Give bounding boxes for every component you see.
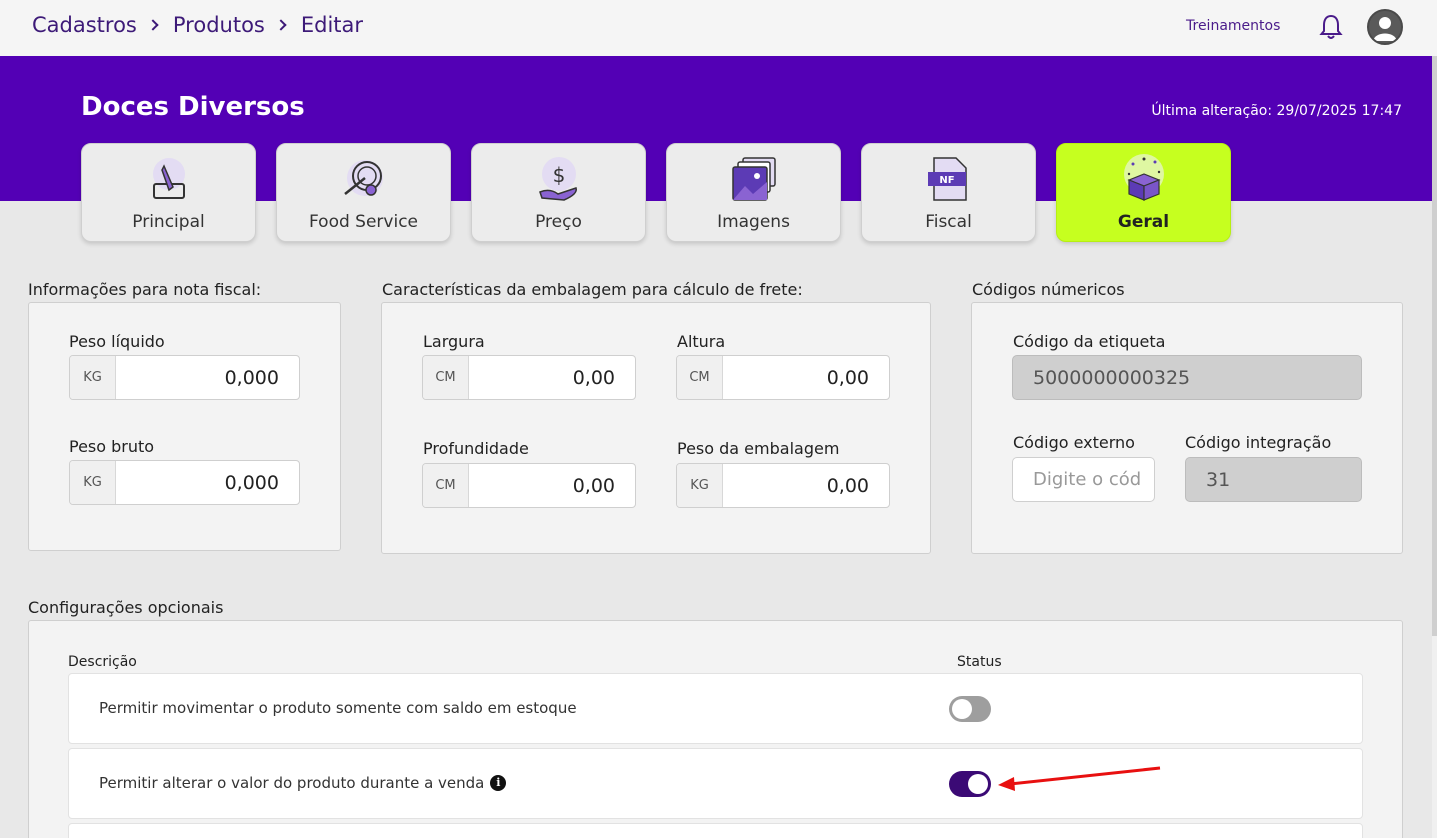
breadcrumb-editar: Editar [300, 13, 364, 37]
training-link[interactable]: Treinamentos [1186, 18, 1280, 34]
toggle-knob [952, 699, 972, 719]
breadcrumb: Cadastros Produtos Editar [32, 13, 363, 37]
codigo-etiqueta-field: 5000000000325 [1012, 355, 1362, 400]
tab-label: Food Service [309, 212, 418, 232]
setting-description: Permitir movimentar o produto somente co… [99, 699, 577, 717]
column-header-descricao: Descrição [68, 654, 137, 670]
profundidade-label: Profundidade [423, 439, 529, 458]
plate-fork-gear-icon [344, 160, 383, 196]
profundidade-value[interactable]: 0,00 [469, 464, 635, 507]
user-avatar-icon[interactable] [1367, 9, 1403, 45]
svg-text:$: $ [553, 163, 566, 187]
peso-liquido-field[interactable]: KG 0,000 [69, 355, 300, 400]
tab-label: Imagens [717, 212, 790, 232]
column-header-status: Status [957, 654, 1002, 670]
tab-food-service[interactable]: Food Service [276, 143, 451, 242]
setting-description: Permitir alterar o valor do produto dura… [99, 774, 507, 792]
status-toggle-on[interactable] [949, 771, 991, 797]
images-icon [732, 157, 776, 201]
setting-text: Permitir movimentar o produto somente co… [99, 699, 577, 717]
chevron-right-icon [275, 19, 287, 31]
annotation-arrow-icon [998, 766, 1161, 791]
largura-field[interactable]: CM 0,00 [422, 355, 636, 400]
peso-embalagem-field[interactable]: KG 0,00 [676, 463, 890, 508]
largura-label: Largura [423, 332, 485, 351]
codigo-externo-label: Código externo [1013, 433, 1135, 452]
altura-field[interactable]: CM 0,00 [676, 355, 890, 400]
top-bar: Cadastros Produtos Editar Treinamentos [0, 0, 1437, 56]
codigo-etiqueta-label: Código da etiqueta [1013, 332, 1166, 351]
tab-imagens[interactable]: Imagens [666, 143, 841, 242]
tab-principal[interactable]: Principal [81, 143, 256, 242]
tab-label: Geral [1117, 212, 1170, 232]
peso-liquido-label: Peso líquido [69, 332, 165, 351]
tab-label: Principal [132, 212, 205, 232]
profundidade-field[interactable]: CM 0,00 [422, 463, 636, 508]
breadcrumb-produtos[interactable]: Produtos [173, 13, 265, 37]
peso-embalagem-value[interactable]: 0,00 [723, 464, 889, 507]
codigo-integracao-field: 31 [1185, 457, 1362, 502]
unit-label: CM [677, 356, 723, 399]
altura-value[interactable]: 0,00 [723, 356, 889, 399]
codigo-integracao-label: Código integração [1185, 433, 1332, 452]
breadcrumb-cadastros[interactable]: Cadastros [32, 13, 137, 37]
unit-label: KG [70, 461, 116, 504]
optional-settings-title: Configurações opcionais [28, 598, 224, 617]
setting-text: Permitir alterar o valor do produto dura… [99, 774, 485, 792]
altura-label: Altura [677, 332, 726, 351]
tab-preco[interactable]: $ Preço [471, 143, 646, 242]
peso-bruto-value[interactable]: 0,000 [116, 461, 299, 504]
dollar-hand-icon: $ [539, 157, 577, 201]
nf-document-icon: NF [928, 157, 967, 201]
setting-row [68, 823, 1363, 838]
tab-fiscal[interactable]: NF Fiscal [861, 143, 1036, 242]
svg-text:NF: NF [939, 175, 954, 186]
tab-geral[interactable]: Geral [1056, 143, 1231, 242]
setting-row: Permitir movimentar o produto somente co… [68, 673, 1363, 744]
tab-label: Preço [535, 212, 582, 232]
status-toggle-off[interactable] [949, 696, 991, 722]
scrollbar-thumb[interactable] [1432, 56, 1437, 636]
packaging-title: Características da embalagem para cálcul… [382, 280, 803, 299]
peso-bruto-label: Peso bruto [69, 437, 155, 456]
pencil-edit-icon [153, 158, 185, 199]
last-change-timestamp: Última alteração: 29/07/2025 17:47 [1151, 103, 1402, 119]
toggle-knob [968, 774, 988, 794]
bell-icon[interactable] [1316, 12, 1346, 42]
unit-label: CM [423, 464, 469, 507]
tab-label: Fiscal [925, 212, 972, 232]
codigo-externo-input[interactable]: Digite o cód [1012, 457, 1155, 502]
peso-bruto-field[interactable]: KG 0,000 [69, 460, 300, 505]
chevron-right-icon [147, 19, 159, 31]
unit-label: KG [70, 356, 116, 399]
peso-liquido-value[interactable]: 0,000 [116, 356, 299, 399]
product-title: Doces Diversos [81, 92, 305, 122]
info-icon[interactable]: i [490, 775, 507, 791]
fiscal-info-title: Informações para nota fiscal: [28, 280, 262, 299]
unit-label: KG [677, 464, 723, 507]
unit-label: CM [423, 356, 469, 399]
open-box-icon [1124, 154, 1164, 201]
largura-value[interactable]: 0,00 [469, 356, 635, 399]
codes-title: Códigos númericos [972, 280, 1125, 299]
peso-embalagem-label: Peso da embalagem [677, 439, 840, 458]
